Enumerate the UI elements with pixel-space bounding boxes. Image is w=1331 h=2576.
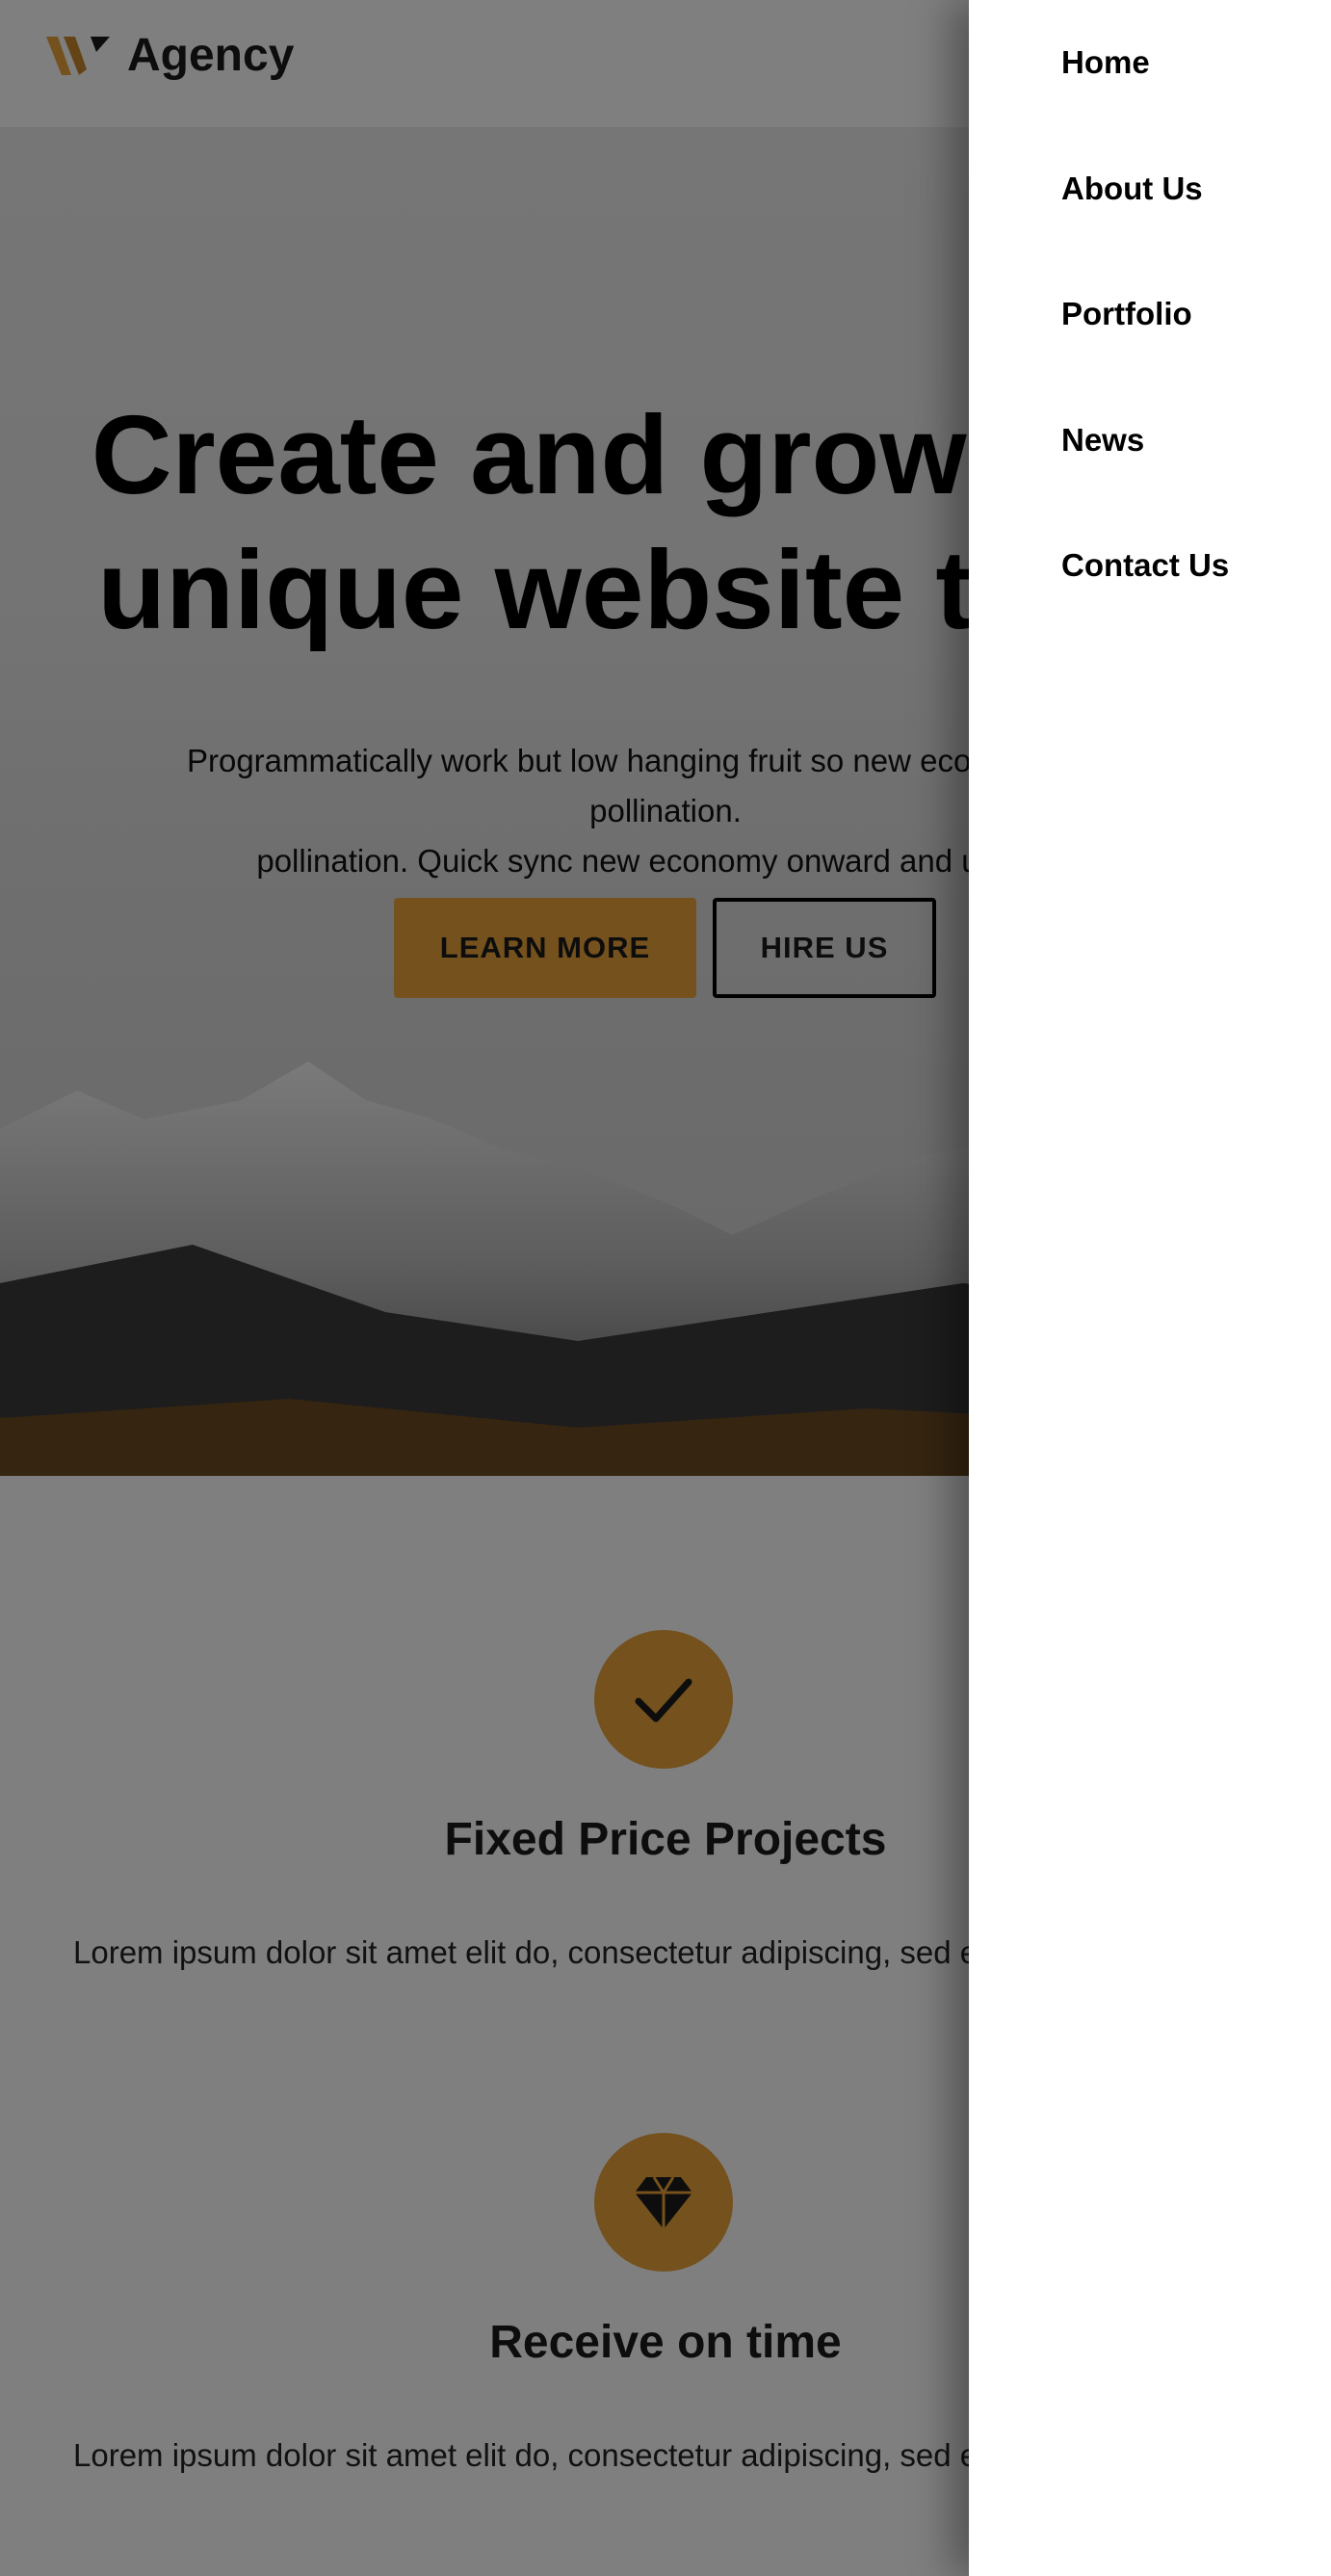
- nav-item-contact-us[interactable]: Contact Us: [1061, 547, 1229, 584]
- page: Agency Create and grow your unique websi…: [0, 0, 1331, 2576]
- nav-item-about-us[interactable]: About Us: [1061, 171, 1203, 207]
- side-navigation-drawer: Home About Us Portfolio News Contact Us: [969, 0, 1331, 2576]
- nav-item-portfolio[interactable]: Portfolio: [1061, 296, 1192, 332]
- nav-item-home[interactable]: Home: [1061, 44, 1150, 81]
- nav-item-news[interactable]: News: [1061, 422, 1144, 459]
